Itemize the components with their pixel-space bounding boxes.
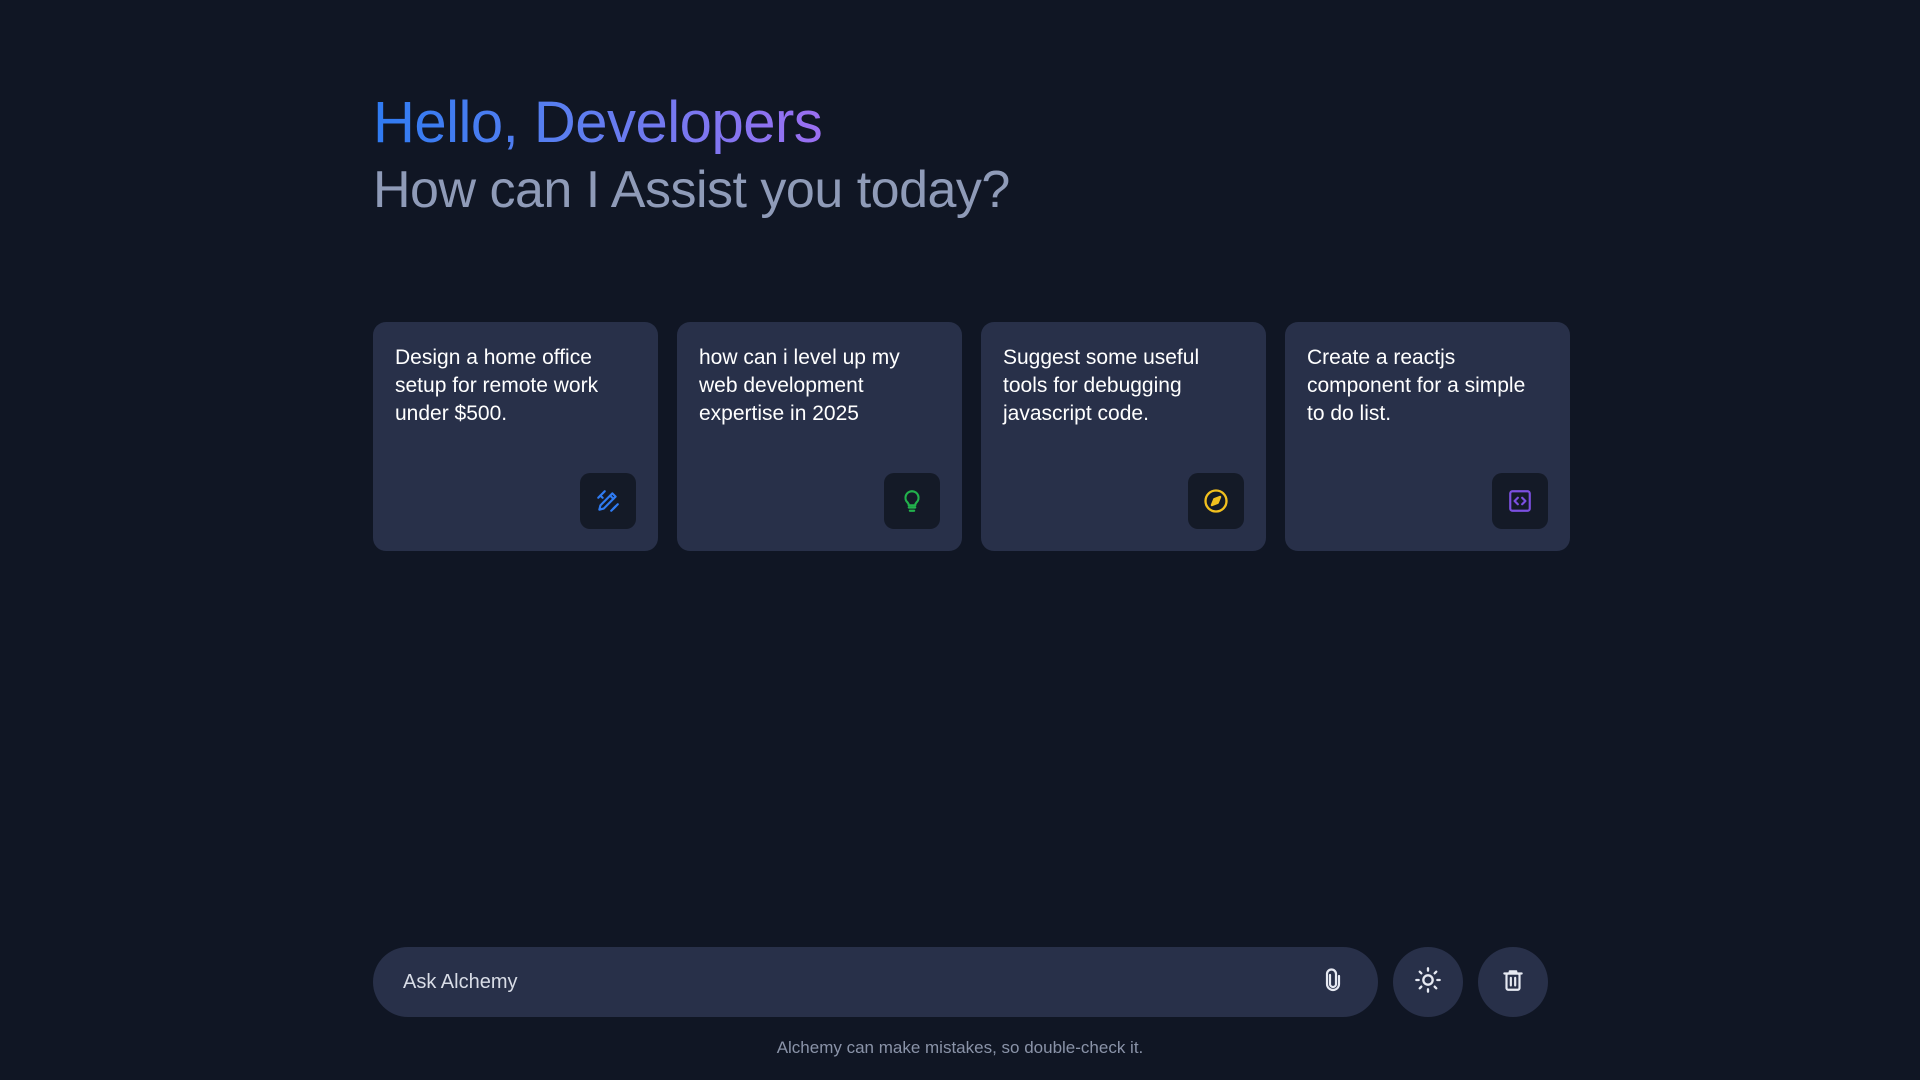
suggestion-text: Design a home office setup for remote wo… (395, 346, 599, 425)
suggestion-cards: Design a home office setup for remote wo… (373, 322, 1570, 551)
delete-chat-button[interactable] (1478, 947, 1548, 1017)
theme-toggle-button[interactable] (1393, 947, 1463, 1017)
suggestion-card-react-todo[interactable]: Create a reactjs component for a simple … (1285, 322, 1570, 551)
sun-icon (1414, 966, 1442, 999)
suggestion-text: Suggest some useful tools for debugging … (1003, 346, 1200, 425)
disclaimer-text: Alchemy can make mistakes, so double-che… (776, 1038, 1144, 1057)
code-icon (1492, 473, 1548, 529)
trash-icon (1500, 967, 1526, 998)
compass-icon (1188, 473, 1244, 529)
lightbulb-icon (884, 473, 940, 529)
app-root: Hello, Developers How can I Assist you t… (0, 0, 1920, 1080)
suggestion-card-home-office[interactable]: Design a home office setup for remote wo… (373, 322, 658, 551)
pencil-ruler-icon (580, 473, 636, 529)
suggestion-card-web-dev[interactable]: how can i level up my web development ex… (677, 322, 962, 551)
suggestion-card-debugging[interactable]: Suggest some useful tools for debugging … (981, 322, 1266, 551)
paperclip-icon (1321, 967, 1345, 998)
prompt-input[interactable] (403, 970, 1313, 994)
greeting-subtitle: How can I Assist you today? (373, 161, 1010, 219)
suggestion-text: how can i level up my web development ex… (699, 346, 900, 425)
attach-button[interactable] (1313, 962, 1353, 1002)
prompt-bar (373, 947, 1378, 1017)
suggestion-text: Create a reactjs component for a simple … (1307, 346, 1526, 425)
greeting-title: Hello, Developers (373, 88, 823, 158)
greeting-header: Hello, Developers How can I Assist you t… (373, 88, 1573, 222)
